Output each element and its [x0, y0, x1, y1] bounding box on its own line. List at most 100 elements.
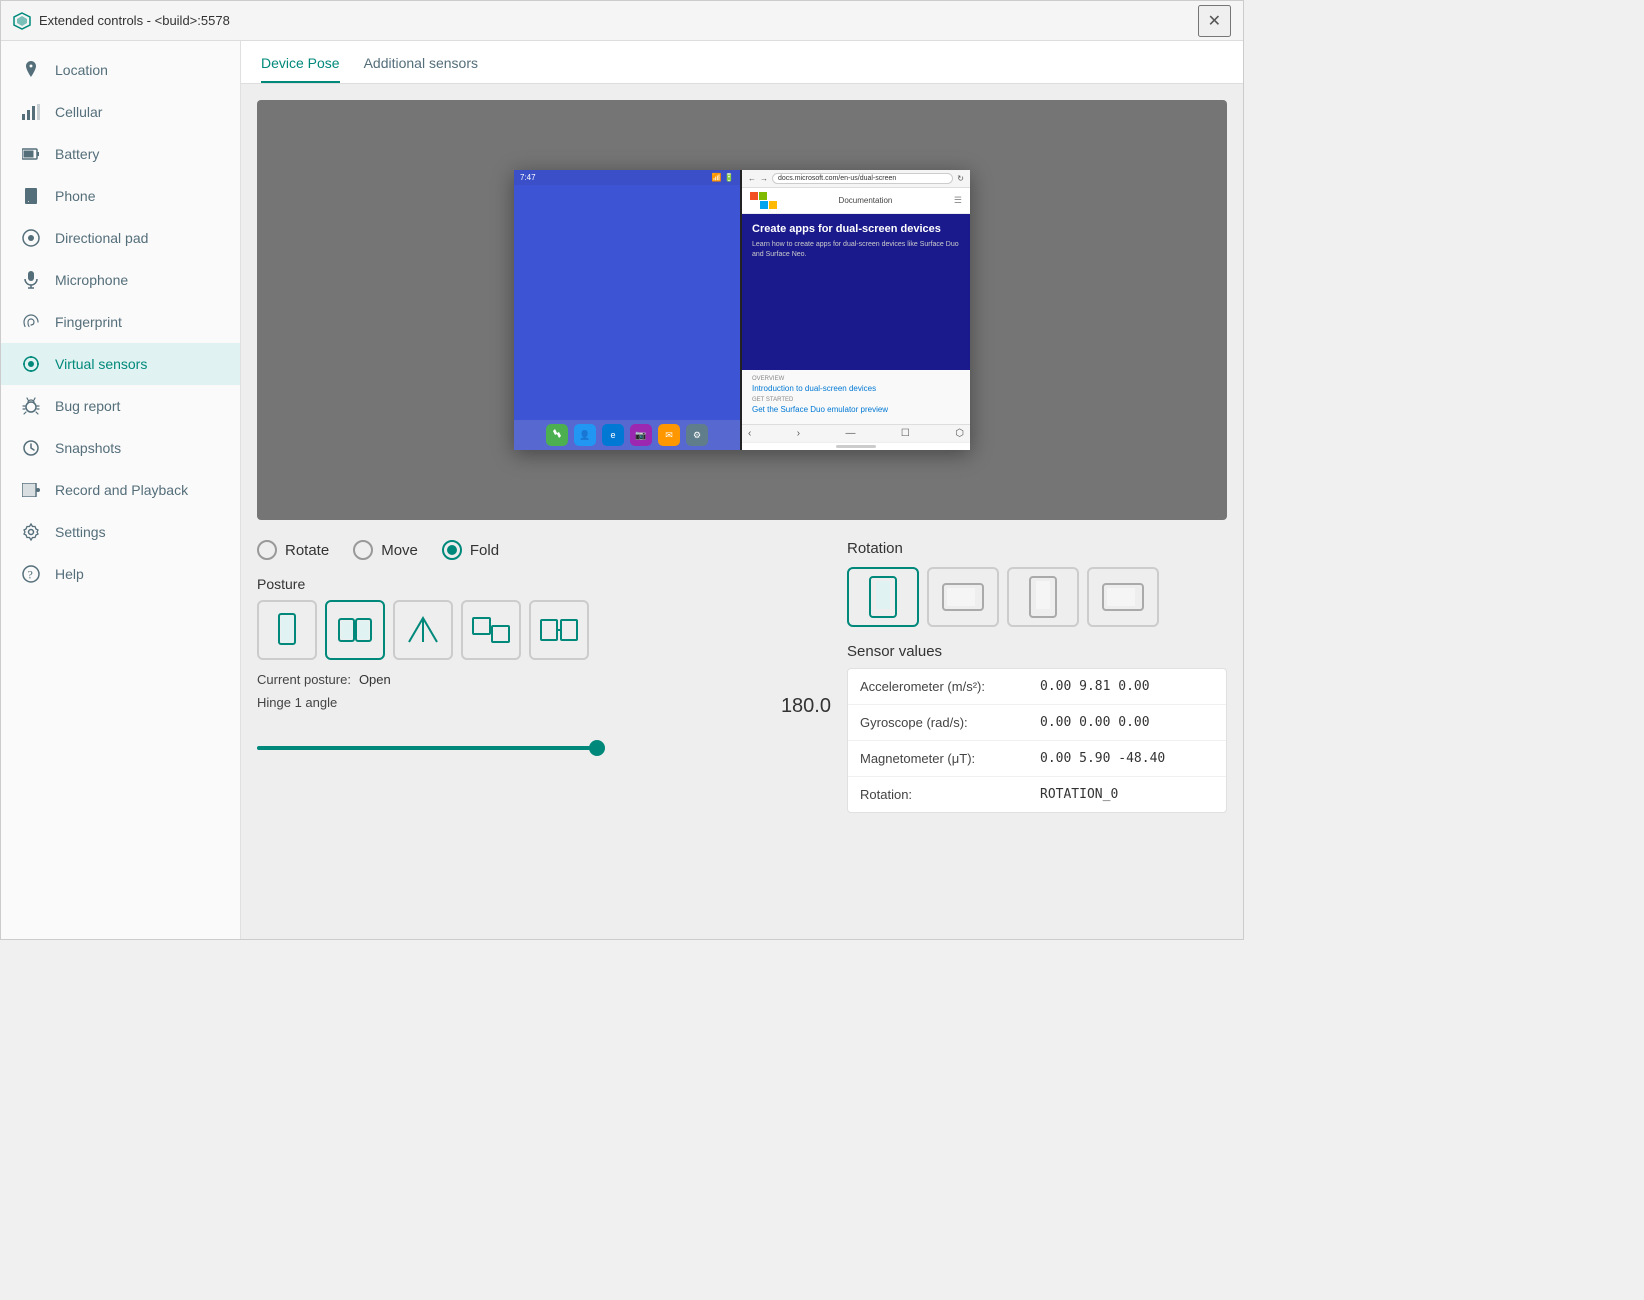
posture-label: Posture	[257, 576, 831, 592]
ms-getstarted-section: GET STARTED Get the Surface Duo emulator…	[752, 397, 960, 414]
rotate-label: Rotate	[285, 542, 329, 559]
controls-area: Rotate Move Fold Posture	[257, 532, 1227, 821]
current-posture-label: Current posture:	[257, 672, 351, 687]
screen-left: 7:47 📶 🔋 👤	[514, 170, 742, 450]
sidebar-label-help: Help	[55, 566, 84, 582]
hinge-label: Hinge 1 angle	[257, 695, 337, 710]
dock-icon-contacts: 👤	[574, 424, 596, 446]
fold-radio[interactable]	[442, 540, 462, 560]
phone-icon	[21, 186, 41, 206]
hinge-angle-value: 180.0	[781, 695, 831, 718]
ms-logo	[750, 192, 777, 209]
fold-label: Fold	[470, 542, 499, 559]
sidebar-item-phone[interactable]: Phone	[1, 175, 240, 217]
titlebar-left: Extended controls - <build>:5578	[13, 12, 230, 30]
dock-icon-phone	[546, 424, 568, 446]
browser-url: docs.microsoft.com/en-us/dual-screen	[772, 173, 953, 184]
sidebar-item-virtual-sensors[interactable]: Virtual sensors	[1, 343, 240, 385]
record-icon	[21, 480, 41, 500]
posture-open-btn[interactable]	[325, 600, 385, 660]
sidebar-item-help[interactable]: ? Help	[1, 553, 240, 595]
snapshots-icon	[21, 438, 41, 458]
dock-icon-settings: ⚙	[686, 424, 708, 446]
rotation-sensor-label: Rotation:	[860, 787, 1040, 802]
ms-overview-link: Introduction to dual-screen devices	[752, 384, 960, 393]
sensor-table: Accelerometer (m/s²): 0.00 9.81 0.00 Gyr…	[847, 668, 1227, 813]
sidebar-item-record-playback[interactable]: Record and Playback	[1, 469, 240, 511]
sidebar-item-cellular[interactable]: Cellular	[1, 91, 240, 133]
sidebar-item-location[interactable]: Location	[1, 49, 240, 91]
sidebar-label-dpad: Directional pad	[55, 230, 148, 246]
sidebar-label-battery: Battery	[55, 146, 99, 162]
home-bar	[742, 442, 970, 450]
screen-right: ← → docs.microsoft.com/en-us/dual-screen…	[742, 170, 970, 450]
sidebar-item-microphone[interactable]: Microphone	[1, 259, 240, 301]
dock-icon-edge: e	[602, 424, 624, 446]
ms-getstarted-label: GET STARTED	[752, 397, 960, 403]
screen-dock: 👤 e 📷 ✉	[514, 420, 740, 450]
titlebar: Extended controls - <build>:5578 ✕	[1, 1, 1243, 41]
sidebar-label-bug-report: Bug report	[55, 398, 120, 414]
battery-icon	[21, 144, 41, 164]
rotation-landscape-flip-btn[interactable]	[1087, 567, 1159, 627]
sensor-values-label: Sensor values	[847, 643, 1227, 660]
posture-tent-btn[interactable]	[393, 600, 453, 660]
accelerometer-value: 0.00 9.81 0.00	[1040, 679, 1214, 694]
tab-additional-sensors[interactable]: Additional sensors	[364, 41, 478, 83]
sidebar-item-bug-report[interactable]: Bug report	[1, 385, 240, 427]
rotation-portrait-flip-btn[interactable]	[1007, 567, 1079, 627]
tab-device-pose[interactable]: Device Pose	[261, 41, 340, 83]
settings-icon	[21, 522, 41, 542]
sidebar-item-settings[interactable]: Settings	[1, 511, 240, 553]
slider-thumb[interactable]	[589, 740, 605, 756]
sidebar: Location Cellular Battery	[1, 41, 241, 939]
status-bar-left: 7:47 📶 🔋	[514, 170, 740, 185]
dock-icon-mail: ✉	[658, 424, 680, 446]
sidebar-item-fingerprint[interactable]: Fingerprint	[1, 301, 240, 343]
ms-getstarted-link: Get the Surface Duo emulator preview	[752, 405, 960, 414]
hinge-row: Hinge 1 angle 180.0	[257, 695, 831, 710]
sidebar-item-battery[interactable]: Battery	[1, 133, 240, 175]
move-radio[interactable]	[353, 540, 373, 560]
dpad-icon	[21, 228, 41, 248]
current-posture-value: Open	[359, 672, 391, 687]
ms-subtitle: Learn how to create apps for dual-screen…	[752, 240, 960, 260]
move-label: Move	[381, 542, 418, 559]
rotate-radio[interactable]	[257, 540, 277, 560]
location-icon	[21, 60, 41, 80]
accelerometer-label: Accelerometer (m/s²):	[860, 679, 1040, 694]
slider-container	[257, 746, 831, 750]
sidebar-item-snapshots[interactable]: Snapshots	[1, 427, 240, 469]
posture-closed-btn[interactable]	[257, 600, 317, 660]
rotation-portrait-btn[interactable]	[847, 567, 919, 627]
dock-icon-camera: 📷	[630, 424, 652, 446]
window-title: Extended controls - <build>:5578	[39, 13, 230, 28]
browser-nav: ‹ › — ☐ ⬡	[742, 424, 970, 442]
rotate-option[interactable]: Rotate	[257, 540, 329, 560]
move-option[interactable]: Move	[353, 540, 418, 560]
device-preview: 7:47 📶 🔋 👤	[257, 100, 1227, 520]
virtual-sensors-icon	[21, 354, 41, 374]
current-posture-row: Current posture: Open	[257, 672, 831, 687]
sidebar-label-virtual-sensors: Virtual sensors	[55, 356, 147, 372]
gyroscope-label: Gyroscope (rad/s):	[860, 715, 1040, 730]
sidebar-label-snapshots: Snapshots	[55, 440, 121, 456]
slider-track[interactable]	[257, 746, 597, 750]
rotation-landscape-btn[interactable]	[927, 567, 999, 627]
close-button[interactable]: ✕	[1198, 5, 1231, 37]
device-screens: 7:47 📶 🔋 👤	[514, 170, 970, 450]
fingerprint-icon	[21, 312, 41, 332]
sidebar-item-directional-pad[interactable]: Directional pad	[1, 217, 240, 259]
ms-doc-label: Documentation	[839, 196, 893, 205]
posture-tabletop-btn[interactable]	[461, 600, 521, 660]
fold-option[interactable]: Fold	[442, 540, 499, 560]
screen-body-left	[514, 185, 740, 420]
ms-links: OVERVIEW Introduction to dual-screen dev…	[742, 370, 970, 424]
sidebar-label-record-playback: Record and Playback	[55, 482, 188, 498]
rotation-sensor-value: ROTATION_0	[1040, 787, 1214, 802]
microphone-icon	[21, 270, 41, 290]
posture-icons	[257, 600, 831, 660]
posture-flat-btn[interactable]	[529, 600, 589, 660]
sensor-row-gyroscope: Gyroscope (rad/s): 0.00 0.00 0.00	[848, 705, 1226, 741]
main-body: 7:47 📶 🔋 👤	[241, 84, 1243, 939]
